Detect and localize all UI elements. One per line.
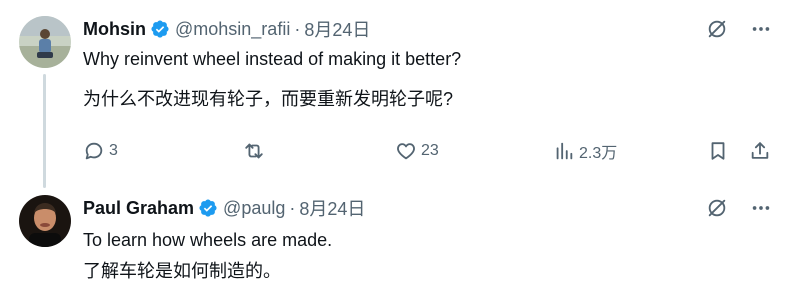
author-name[interactable]: Mohsin <box>83 19 146 40</box>
tweet-header-actions <box>706 197 772 219</box>
grok-icon[interactable] <box>706 197 728 219</box>
like-icon <box>397 143 415 160</box>
like-button[interactable]: 23 <box>395 138 439 164</box>
tweet-text-english: To learn how wheels are made. <box>83 230 333 250</box>
share-button[interactable] <box>749 138 771 164</box>
more-icon[interactable] <box>750 18 772 40</box>
avatar-mohsin[interactable] <box>19 16 71 68</box>
tweet-mohsin[interactable]: Mohsin @mohsin_rafii · 8月24日 Why reinven… <box>0 0 796 188</box>
reply-count: 3 <box>109 142 118 159</box>
reply-button[interactable]: 3 <box>83 138 118 164</box>
views-button[interactable]: 2.3万 <box>553 138 617 164</box>
tweet-text-english: Why reinvent wheel instead of making it … <box>83 49 462 69</box>
tweet-date[interactable]: 8月24日 <box>299 195 365 221</box>
author-name[interactable]: Paul Graham <box>83 198 194 219</box>
verified-badge-icon <box>199 199 217 217</box>
views-count: 2.3万 <box>579 145 618 162</box>
tweet-text-chinese: 为什么不改进现有轮子，而要重新发明轮子呢? <box>83 89 454 109</box>
grok-icon[interactable] <box>706 18 728 40</box>
thread-connector-line <box>43 74 46 188</box>
tweet-date[interactable]: 8月24日 <box>304 16 370 42</box>
tweet-text-chinese: 了解车轮是如何制造的。 <box>83 261 281 281</box>
tweet-paul-graham[interactable]: Paul Graham @paulg · 8月24日 To learn how … <box>0 185 796 296</box>
tweet-header: Paul Graham @paulg · 8月24日 <box>83 196 365 220</box>
share-icon <box>751 142 769 159</box>
more-icon[interactable] <box>750 197 772 219</box>
author-handle[interactable]: @mohsin_rafii <box>175 19 290 40</box>
author-handle[interactable]: @paulg <box>223 198 285 219</box>
separator-dot: · <box>294 18 301 39</box>
bookmark-button[interactable] <box>707 138 729 164</box>
separator-dot: · <box>289 197 296 218</box>
verified-badge-icon <box>151 20 169 38</box>
views-icon <box>556 142 573 160</box>
avatar-paul-graham[interactable] <box>19 195 71 247</box>
tweet-header-actions <box>706 18 772 40</box>
tweet-action-bar: 3 23 2.3万 <box>83 138 772 164</box>
like-count: 23 <box>421 142 439 159</box>
tweet-header: Mohsin @mohsin_rafii · 8月24日 <box>83 17 370 41</box>
retweet-icon <box>245 143 263 159</box>
reply-icon <box>85 142 103 160</box>
retweet-button[interactable] <box>243 138 265 164</box>
bookmark-icon <box>711 142 725 160</box>
